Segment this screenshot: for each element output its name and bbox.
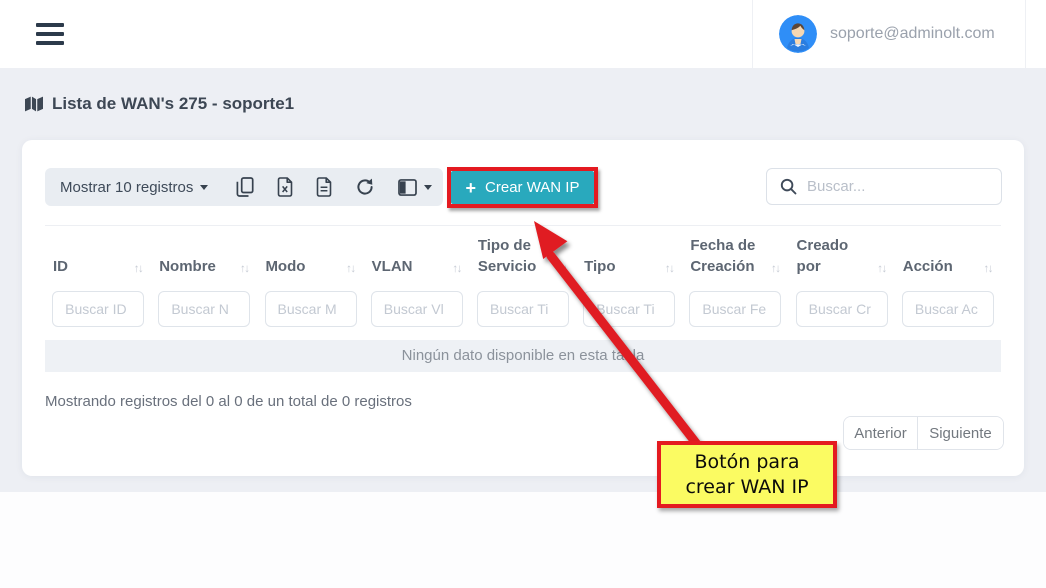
annotation-highlight-box: + Crear WAN IP bbox=[447, 167, 598, 208]
column-header-creado-por[interactable]: Creado por ↑↓ bbox=[789, 226, 895, 287]
filter-input-creado-por[interactable] bbox=[796, 291, 888, 327]
user-email: soporte@adminolt.com bbox=[830, 25, 995, 43]
user-avatar bbox=[779, 15, 817, 53]
previous-page-button[interactable]: Anterior bbox=[844, 417, 918, 449]
table-filter-row bbox=[45, 291, 1001, 329]
sort-icon[interactable]: ↑↓ bbox=[771, 263, 780, 275]
sort-icon[interactable]: ↑↓ bbox=[452, 263, 461, 275]
sort-icon[interactable]: ↑↓ bbox=[134, 263, 143, 275]
filter-input-fecha[interactable] bbox=[689, 291, 781, 327]
sort-icon[interactable]: ↑↓ bbox=[559, 263, 568, 275]
sort-icon[interactable]: ↑↓ bbox=[665, 263, 674, 275]
refresh-icon[interactable] bbox=[355, 177, 375, 197]
sort-icon[interactable]: ↑↓ bbox=[877, 263, 886, 275]
filter-input-accion[interactable] bbox=[902, 291, 994, 327]
column-header-vlan[interactable]: VLAN ↑↓ bbox=[364, 226, 470, 287]
column-header-tipo-de-servicio[interactable]: Tipo de Servicio ↑↓ bbox=[470, 226, 576, 287]
page-title-row: Lista de WAN's 275 - soporte1 bbox=[24, 94, 294, 114]
page-title: Lista de WAN's 275 - soporte1 bbox=[52, 94, 294, 114]
sort-icon[interactable]: ↑↓ bbox=[240, 263, 249, 275]
filter-input-tipo-de-servicio[interactable] bbox=[477, 291, 569, 327]
table-info-text: Mostrando registros del 0 al 0 de un tot… bbox=[45, 393, 412, 410]
filter-input-modo[interactable] bbox=[265, 291, 357, 327]
table-toolbar: Mostrar 10 registros bbox=[45, 168, 443, 206]
wan-list-page: soporte@adminolt.com Lista de WAN's 275 … bbox=[0, 0, 1046, 588]
search-icon bbox=[780, 178, 797, 195]
chevron-down-icon bbox=[424, 185, 432, 190]
column-header-modo[interactable]: Modo ↑↓ bbox=[257, 226, 363, 287]
filter-input-tipo[interactable] bbox=[583, 291, 675, 327]
filter-input-vlan[interactable] bbox=[371, 291, 463, 327]
export-excel-icon[interactable] bbox=[277, 177, 293, 197]
create-wan-ip-button[interactable]: + Crear WAN IP bbox=[451, 171, 594, 204]
table-header-row: ID ↑↓ Nombre ↑↓ Modo ↑↓ VLAN ↑↓ Tipo de … bbox=[45, 226, 1001, 287]
column-header-fecha-de-creacion[interactable]: Fecha de Creación ↑↓ bbox=[682, 226, 788, 287]
chevron-down-icon bbox=[200, 185, 208, 190]
column-header-nombre[interactable]: Nombre ↑↓ bbox=[151, 226, 257, 287]
column-header-accion[interactable]: Acción ↑↓ bbox=[895, 226, 1001, 287]
export-file-icon[interactable] bbox=[316, 177, 332, 197]
search-input[interactable] bbox=[807, 178, 1001, 195]
menu-toggle-icon[interactable] bbox=[36, 23, 64, 45]
table-empty-message: Ningún dato disponible en esta tabla bbox=[45, 340, 1001, 372]
copy-icon[interactable] bbox=[236, 177, 254, 197]
wan-table-card: Mostrar 10 registros bbox=[22, 140, 1024, 476]
page-length-label: Mostrar 10 registros bbox=[60, 179, 193, 196]
sort-icon[interactable]: ↑↓ bbox=[346, 263, 355, 275]
annotation-label: Botón para crear WAN IP bbox=[657, 441, 837, 508]
column-header-id[interactable]: ID ↑↓ bbox=[45, 226, 151, 287]
pagination: Anterior Siguiente bbox=[843, 416, 1004, 450]
columns-icon bbox=[398, 179, 417, 196]
user-menu[interactable]: soporte@adminolt.com bbox=[752, 0, 1026, 68]
top-navbar: soporte@adminolt.com bbox=[0, 0, 1046, 68]
filter-input-id[interactable] bbox=[52, 291, 144, 327]
page-length-dropdown[interactable]: Mostrar 10 registros bbox=[60, 179, 208, 196]
table-search bbox=[766, 168, 1002, 205]
map-icon bbox=[24, 95, 44, 113]
plus-icon: + bbox=[466, 179, 477, 197]
column-visibility-dropdown[interactable] bbox=[398, 179, 432, 196]
sort-icon[interactable]: ↑↓ bbox=[983, 263, 992, 275]
next-page-button[interactable]: Siguiente bbox=[918, 417, 1003, 449]
filter-input-nombre[interactable] bbox=[158, 291, 250, 327]
column-header-tipo[interactable]: Tipo ↑↓ bbox=[576, 226, 682, 287]
